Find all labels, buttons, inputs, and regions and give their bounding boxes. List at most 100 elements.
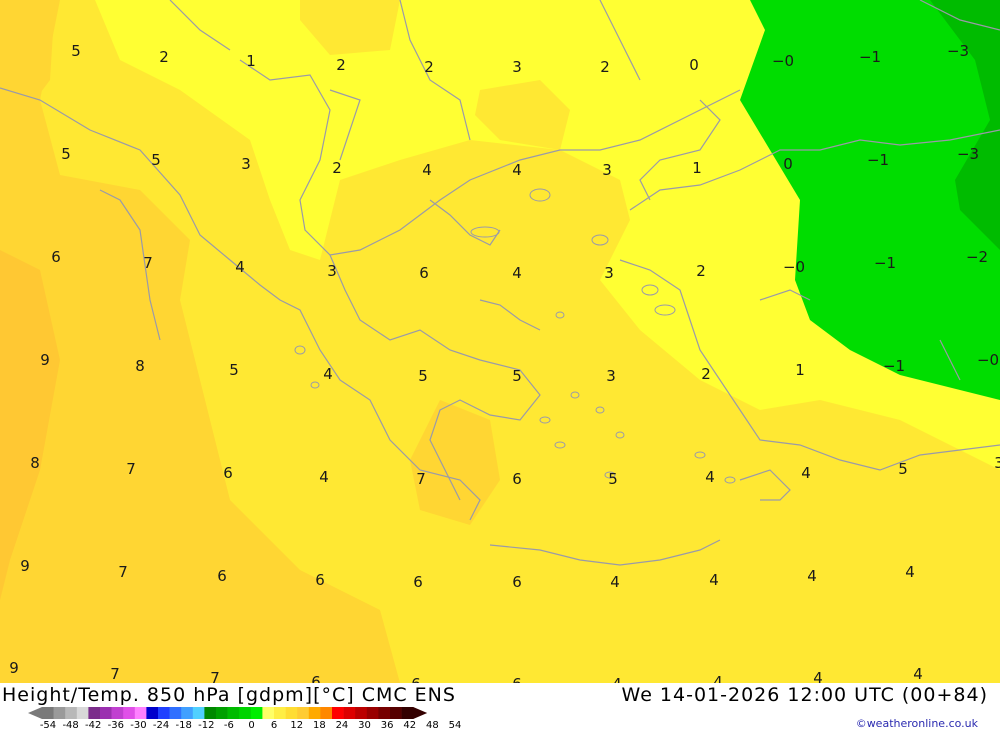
legend-swatch [146,707,159,719]
legend-swatch [274,707,286,719]
temperature-label: 1 [692,159,702,177]
legend-tick-label: -36 [107,720,124,731]
temperature-label: 4 [422,161,432,179]
temperature-label: −1 [883,357,905,375]
temperature-label: 4 [512,161,522,179]
temperature-label: 3 [241,155,251,173]
legend-swatch [53,707,66,719]
temperature-label: 2 [332,159,342,177]
legend-swatch [390,707,402,719]
legend-swatch [308,707,321,719]
temperature-label: −1 [874,254,896,272]
legend-arrow-left [28,707,42,719]
temperature-label: 4 [610,573,620,591]
legend-tick-label: 36 [380,720,394,731]
temperature-label: 2 [336,56,346,74]
legend-swatch [100,707,112,719]
temperature-label: 6 [315,571,325,589]
legend-swatch [65,707,78,719]
temperature-label: 6 [311,673,321,683]
legend-ticks: -54 -48 -42 -36 -30 -24 -18 -12 -6 0 6 12 18 24 30 36 42… [0,720,480,732]
temperature-label: −3 [957,145,979,163]
temperature-label: 6 [512,675,522,683]
temperature-label: −2 [966,248,988,266]
temperature-label: 6 [223,464,233,482]
temperature-label: 6 [51,248,61,266]
legend-swatch [320,707,333,719]
temperature-label: 1 [795,361,805,379]
legend-tick-label: 24 [335,720,349,731]
temperature-label: −3 [947,42,969,60]
legend-swatch [181,707,194,719]
temperature-label: −0 [772,52,794,70]
temperature-label: 6 [419,264,429,282]
legend-swatch [285,707,298,719]
legend-tick-label: -24 [152,720,170,731]
legend-tick-label: 48 [426,720,439,731]
temperature-label: 3 [602,161,612,179]
temperature-label: 4 [323,365,333,383]
temperature-label: 2 [159,48,169,66]
temperature-label: 2 [696,262,706,280]
temperature-label: 7 [118,563,128,581]
temperature-label: 5 [898,460,908,478]
legend-tick-label: -12 [198,720,215,731]
temperature-label: −1 [859,48,881,66]
temperature-label: 5 [151,151,161,169]
legend-swatch [216,707,228,719]
temperature-label: 4 [319,468,329,486]
legend-swatch [76,707,89,719]
legend-tick-label: -18 [175,720,192,731]
temperature-label: 7 [110,665,120,683]
temperature-label: 6 [413,573,423,591]
temperature-label: 3 [512,58,522,76]
legend-tick-label: -54 [39,720,57,731]
legend-tick-label: 54 [448,720,462,731]
legend-swatch [332,707,344,719]
temperature-label: 3 [606,367,616,385]
legend-swatch [343,707,356,719]
temperature-label: 5 [61,145,71,163]
temperature-label: −0 [977,351,999,369]
temperature-label: 5 [512,367,522,385]
temperature-label: 4 [709,571,719,589]
temperature-label: 1 [246,52,256,70]
temperature-label: 7 [143,254,153,272]
valid-time: We 14-01-2026 12:00 UTC (00+84) [621,684,988,706]
color-legend [28,707,428,719]
legend-tick-label: -6 [223,720,234,731]
legend-swatch [250,707,263,719]
temperature-label: 2 [424,58,434,76]
legend-swatch [169,707,182,719]
legend-swatch [42,707,54,719]
map-canvas: 5 2 1 2 2 3 2 0 −0 −1 −3 5 5 3 2 4 4 3 1 0 −1 −3 6 7 4 3 6 4 3 2 −0 −1 −… [0,0,1000,683]
temperature-label: 8 [30,454,40,472]
legend-swatch [123,707,136,719]
temperature-label: 2 [600,58,610,76]
temperature-label: 9 [9,659,19,677]
legend-swatch [366,707,379,719]
legend-tick-label: 6 [270,720,278,731]
credit-link[interactable]: ©weatheronline.co.uk [856,717,978,730]
legend-tick-label: -48 [62,720,79,731]
temperature-label: 9 [40,351,50,369]
map-footer: Height/Temp. 850 hPa [gdpm][°C] CMC ENS … [0,683,1000,733]
temperature-label: 4 [512,264,522,282]
temperature-label: 7 [416,470,426,488]
legend-swatch [134,707,147,719]
legend-swatch [204,707,217,719]
temperature-label: 5 [608,470,618,488]
temperature-label: 4 [705,468,715,486]
legend-tick-label: 12 [290,720,304,731]
legend-swatch [355,707,368,719]
temperature-label: 7 [126,460,136,478]
temperature-label: 5 [71,42,81,60]
temperature-label: 5 [229,361,239,379]
temperature-label: 5 [418,367,428,385]
temperature-label: 4 [807,567,817,585]
legend-swatch [227,707,240,719]
temperature-label: 0 [689,56,699,74]
legend-swatch [378,707,391,719]
legend-swatch [297,707,310,719]
temperature-label: 2 [701,365,711,383]
